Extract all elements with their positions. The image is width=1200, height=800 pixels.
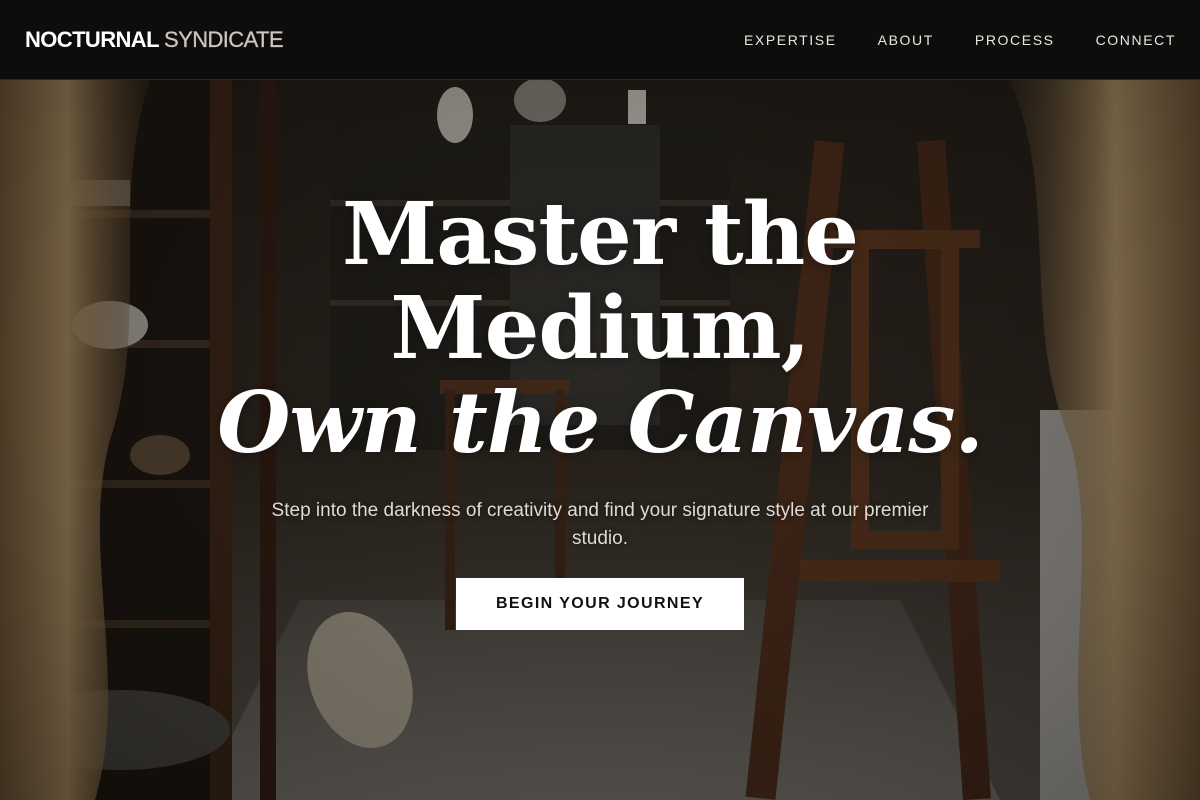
nav-link-process[interactable]: PROCESS <box>975 32 1055 48</box>
navbar: NOCTURNAL SYNDICATE EXPERTISE ABOUT PROC… <box>0 0 1200 80</box>
hero-title-line-2: Medium, <box>390 278 810 379</box>
hero-title: Master the Medium, Own the Canvas. <box>0 188 1200 470</box>
hero-title-line-1: Master the <box>342 184 859 285</box>
begin-journey-button[interactable]: BEGIN YOUR JOURNEY <box>456 578 744 630</box>
brand-name-secondary: SYNDICATE <box>164 27 284 52</box>
hero-title-line-3: Own the Canvas. <box>217 373 984 472</box>
brand-name-primary: NOCTURNAL <box>25 27 159 52</box>
nav-link-connect[interactable]: CONNECT <box>1096 32 1176 48</box>
main-nav: EXPERTISE ABOUT PROCESS CONNECT <box>744 0 1176 80</box>
hero-subtitle: Step into the darkness of creativity and… <box>271 500 929 549</box>
nav-link-expertise[interactable]: EXPERTISE <box>744 32 837 48</box>
brand-logo[interactable]: NOCTURNAL SYNDICATE <box>25 0 284 80</box>
nav-link-about[interactable]: ABOUT <box>878 32 934 48</box>
